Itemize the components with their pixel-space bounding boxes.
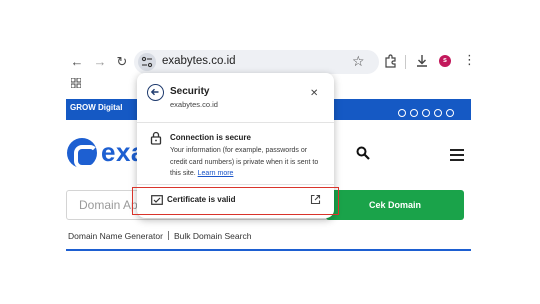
globe-icon[interactable] <box>398 109 406 117</box>
domain-name-generator-link[interactable]: Domain Name Generator <box>68 231 163 241</box>
more-menu-icon[interactable]: ⋮ <box>463 52 476 68</box>
learn-more-link[interactable]: Learn more <box>198 170 234 177</box>
bookmark-star-icon[interactable]: ☆ <box>352 53 365 70</box>
grow-digital-link[interactable]: GROW Digital <box>70 103 122 112</box>
extensions-icon[interactable] <box>383 53 399 69</box>
lock-icon <box>150 131 162 145</box>
site-info-button[interactable] <box>138 53 156 71</box>
close-icon[interactable]: ✕ <box>310 88 318 99</box>
certificate-label[interactable]: Certificate is valid <box>167 195 235 204</box>
connection-status-title: Connection is secure <box>170 133 251 142</box>
apps-grid-icon[interactable] <box>71 78 81 88</box>
bulk-domain-search-link[interactable]: Bulk Domain Search <box>174 231 251 241</box>
download-icon[interactable] <box>414 53 430 69</box>
domain-links: Domain Name Generator Bulk Domain Search <box>68 231 251 241</box>
back-arrow-icon[interactable]: ← <box>69 54 85 70</box>
user-icon[interactable] <box>446 109 454 117</box>
connection-description: Your information (for example, passwords… <box>170 145 322 180</box>
reload-icon[interactable]: ↻ <box>114 54 130 70</box>
popup-title: Security <box>170 86 210 97</box>
profile-avatar[interactable]: s <box>439 55 451 67</box>
help-icon[interactable] <box>434 109 442 117</box>
back-arrow-icon <box>150 88 159 96</box>
page-divider <box>66 249 471 251</box>
search-icon[interactable] <box>356 146 370 160</box>
exabytes-logo-icon[interactable] <box>67 138 98 169</box>
topbar-icons <box>398 104 458 117</box>
link-divider <box>167 231 169 240</box>
chat-icon[interactable] <box>422 109 430 117</box>
popup-divider <box>137 122 334 123</box>
mail-icon[interactable] <box>410 109 418 117</box>
cek-domain-button[interactable]: Cek Domain <box>326 190 464 220</box>
certificate-icon <box>151 195 163 205</box>
toolbar-divider <box>405 55 406 69</box>
connection-description-text: Your information (for example, passwords… <box>170 147 319 177</box>
browser-window: ← → ↻ exabytes.co.id ☆ s ⋮ GROW Digital … <box>0 0 540 304</box>
popup-back-button[interactable] <box>147 84 164 101</box>
external-link-icon[interactable] <box>310 194 321 205</box>
popup-subtitle: exabytes.co.id <box>170 100 218 109</box>
url-text[interactable]: exabytes.co.id <box>162 55 236 67</box>
popup-divider <box>137 184 334 185</box>
forward-arrow-icon[interactable]: → <box>92 54 108 70</box>
tune-icon <box>141 56 153 68</box>
hamburger-menu-icon[interactable] <box>450 149 464 164</box>
certificate-row-highlight[interactable] <box>132 187 339 215</box>
